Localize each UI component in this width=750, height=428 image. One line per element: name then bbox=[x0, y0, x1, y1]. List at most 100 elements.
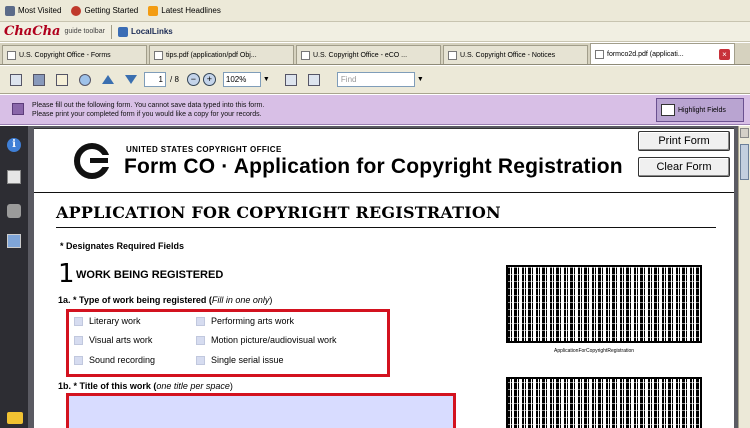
question-1a-suffix: ) bbox=[269, 295, 273, 305]
document-area: UNITED STATES COPYRIGHT OFFICE Form CO ·… bbox=[28, 126, 738, 428]
tab-copyright-forms[interactable]: U.S. Copyright Office - Forms bbox=[2, 45, 147, 64]
checkbox[interactable] bbox=[74, 316, 83, 326]
bookmark-getting-started[interactable]: Getting Started bbox=[66, 0, 143, 22]
question-1a-hint: Fill in one only bbox=[211, 295, 270, 305]
find-input[interactable]: Find bbox=[336, 72, 415, 87]
bookmark-label: Most Visited bbox=[18, 6, 62, 15]
page-icon bbox=[154, 50, 163, 60]
print-form-button[interactable]: Print Form bbox=[638, 131, 730, 151]
rss-icon bbox=[148, 5, 159, 16]
section-number: 1 bbox=[58, 259, 75, 289]
comment-icon[interactable] bbox=[7, 412, 23, 424]
print-button[interactable] bbox=[6, 70, 26, 90]
bookmark-most-visited[interactable]: Most Visited bbox=[0, 0, 66, 22]
locallinks-icon bbox=[117, 26, 128, 37]
chacha-logo[interactable]: ChaCha bbox=[4, 24, 60, 39]
tab-formco2d-pdf[interactable]: formco2d.pdf (applicati... × bbox=[590, 43, 735, 64]
form-notice-bar: Please fill out the following form. You … bbox=[0, 95, 750, 125]
pdf-toolbar: 1 / 8 − + 102% ▼ Find ▼ bbox=[0, 66, 750, 94]
envelope-icon bbox=[56, 73, 68, 86]
scroll-up-button[interactable] bbox=[740, 128, 749, 138]
tab-label: U.S. Copyright Office - Forms bbox=[19, 51, 111, 59]
arrow-down-icon bbox=[125, 75, 137, 84]
close-icon[interactable]: × bbox=[719, 48, 730, 60]
question-1b-label: 1b. * Title of this work ( bbox=[58, 381, 157, 391]
barcode-image bbox=[506, 377, 702, 428]
page-icon bbox=[301, 50, 310, 60]
barcode-label: ApplicationForCopyrightRegistration bbox=[554, 348, 635, 354]
chevron-down-icon[interactable]: ▼ bbox=[417, 76, 427, 83]
pages-icon[interactable] bbox=[7, 170, 21, 184]
zoom-in-button[interactable]: + bbox=[202, 73, 216, 86]
checkbox[interactable] bbox=[196, 335, 205, 345]
checkbox[interactable] bbox=[196, 316, 205, 326]
form-title: Form CO · Application for Copyright Regi… bbox=[124, 155, 623, 178]
edit-button[interactable] bbox=[75, 70, 95, 90]
share-button[interactable] bbox=[52, 70, 72, 90]
chacha-toolbar: ChaCha guide toolbar LocalLinks bbox=[0, 22, 750, 42]
fit-width-button[interactable] bbox=[304, 70, 324, 90]
clear-form-button[interactable]: Clear Form bbox=[638, 157, 730, 177]
option-label: Motion picture/audiovisual work bbox=[211, 335, 337, 345]
office-name: UNITED STATES COPYRIGHT OFFICE bbox=[126, 145, 282, 154]
bookmark-latest-headlines[interactable]: Latest Headlines bbox=[143, 0, 226, 22]
bookmarks-bar: Most Visited Getting Started Latest Head… bbox=[0, 0, 750, 22]
tab-copyright-notices[interactable]: U.S. Copyright Office - Notices bbox=[443, 45, 588, 64]
option-literary-work[interactable]: Literary work bbox=[74, 316, 141, 326]
application-heading: APPLICATION FOR COPYRIGHT REGISTRATION bbox=[56, 203, 501, 222]
signature-icon[interactable] bbox=[7, 234, 21, 248]
prev-page-button[interactable] bbox=[98, 70, 118, 90]
checkbox[interactable] bbox=[74, 335, 83, 345]
required-note: * Designates Required Fields bbox=[60, 241, 185, 251]
browser-tabs: U.S. Copyright Office - Forms tips.pdf (… bbox=[0, 43, 750, 65]
tab-label: formco2d.pdf (applicati... bbox=[607, 50, 684, 58]
page-icon bbox=[7, 50, 16, 60]
option-label: Performing arts work bbox=[211, 316, 295, 326]
guide-toolbar-label: guide toolbar bbox=[64, 28, 105, 35]
option-single-serial[interactable]: Single serial issue bbox=[196, 355, 284, 365]
work-title-input[interactable] bbox=[66, 393, 456, 428]
option-performing-arts[interactable]: Performing arts work bbox=[196, 316, 294, 326]
scroll-thumb[interactable] bbox=[740, 144, 749, 180]
info-icon[interactable]: i bbox=[7, 138, 21, 152]
tab-label: U.S. Copyright Office - eCO ... bbox=[313, 51, 408, 59]
disk-icon bbox=[33, 73, 45, 86]
highlight-fields-button[interactable]: Highlight Fields bbox=[656, 98, 744, 122]
locallinks-button[interactable]: LocalLinks bbox=[117, 26, 173, 37]
pen-icon bbox=[79, 73, 91, 86]
copyright-logo-bar bbox=[90, 158, 108, 163]
option-sound-recording[interactable]: Sound recording bbox=[74, 355, 155, 365]
form-fields-icon bbox=[12, 103, 24, 115]
checkbox[interactable] bbox=[196, 355, 205, 365]
vertical-scrollbar[interactable] bbox=[738, 126, 750, 428]
option-visual-arts[interactable]: Visual arts work bbox=[74, 335, 152, 345]
question-1b-hint: one title per space bbox=[156, 381, 230, 391]
option-motion-picture[interactable]: Motion picture/audiovisual work bbox=[196, 335, 337, 345]
page-number-input[interactable]: 1 bbox=[144, 72, 166, 87]
next-page-button[interactable] bbox=[121, 70, 141, 90]
navigation-pane: i bbox=[0, 126, 28, 428]
zoom-select[interactable]: 102% bbox=[222, 72, 261, 87]
tab-copyright-eco[interactable]: U.S. Copyright Office - eCO ... bbox=[296, 45, 441, 64]
bookmark-label: Latest Headlines bbox=[161, 6, 221, 15]
save-button[interactable] bbox=[29, 70, 49, 90]
tab-tips-pdf[interactable]: tips.pdf (application/pdf Obj... bbox=[149, 45, 294, 64]
firefox-icon bbox=[71, 5, 82, 16]
fit-width-icon bbox=[307, 73, 320, 86]
section-title: WORK BEING REGISTERED bbox=[76, 269, 224, 281]
zoom-out-button[interactable]: − bbox=[186, 73, 200, 86]
printer-icon bbox=[10, 73, 22, 86]
toolbar-separator bbox=[110, 24, 112, 39]
option-label: Sound recording bbox=[89, 355, 156, 365]
fit-page-button[interactable] bbox=[281, 70, 301, 90]
page-total: / 8 bbox=[170, 75, 179, 84]
notice-line-1: Please fill out the following form. You … bbox=[32, 102, 265, 109]
notice-line-2: Please print your completed form if you … bbox=[32, 111, 262, 118]
checkbox[interactable] bbox=[74, 355, 83, 365]
page-icon bbox=[595, 49, 604, 59]
binoculars-icon[interactable] bbox=[7, 204, 21, 218]
question-1b: 1b. * Title of this work (one title per … bbox=[58, 381, 233, 391]
option-label: Visual arts work bbox=[89, 335, 153, 345]
chevron-down-icon[interactable]: ▼ bbox=[263, 76, 273, 83]
highlight-icon bbox=[661, 104, 675, 116]
